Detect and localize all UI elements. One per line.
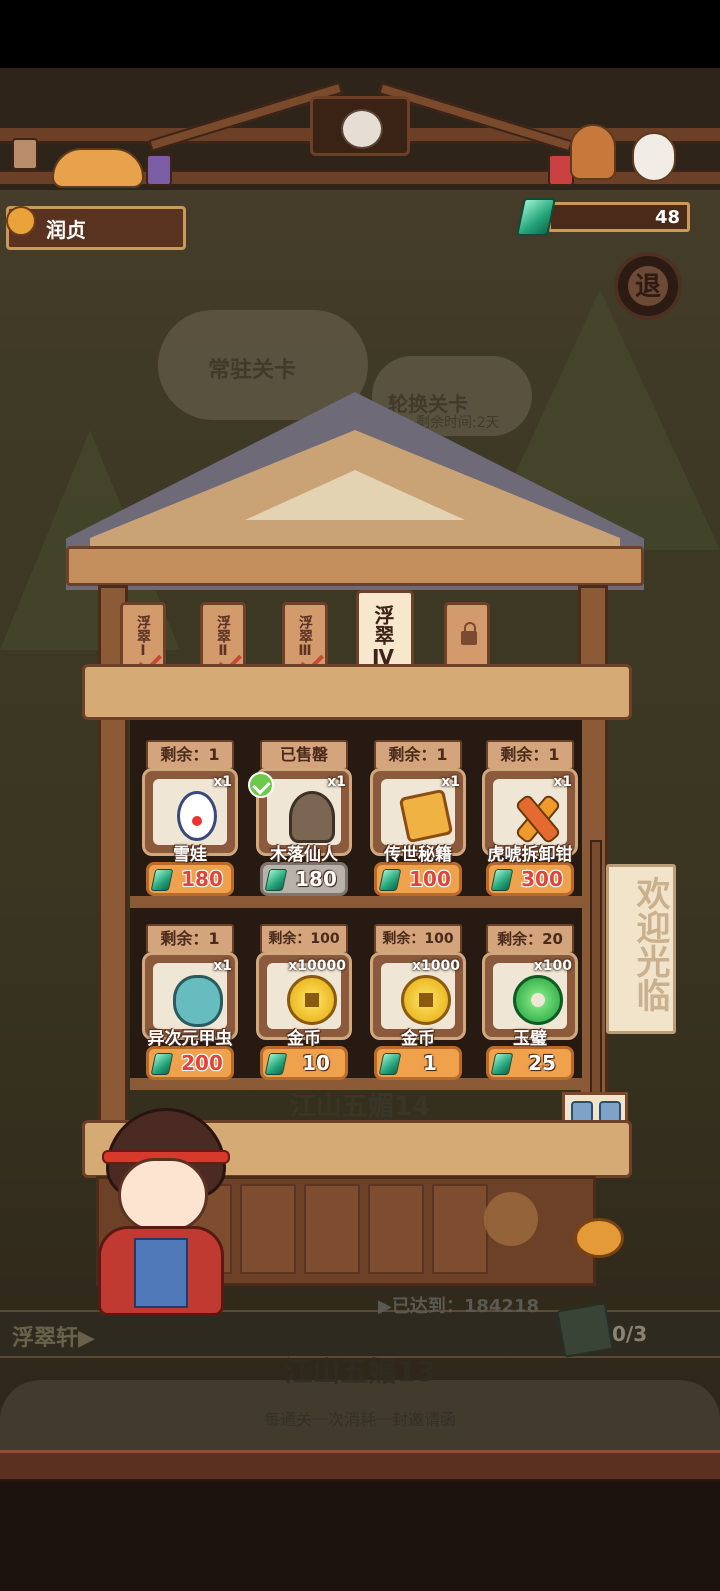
gem-icon	[378, 869, 402, 891]
item-stock: 剩余：1	[374, 740, 462, 770]
item-stock: 剩余：20	[486, 924, 574, 954]
item-name: 传世秘籍	[384, 845, 452, 865]
paw-jar-icon[interactable]	[12, 138, 38, 170]
counter-slat	[304, 1184, 360, 1274]
item-name: 金币	[287, 1029, 321, 1049]
book-icon	[398, 788, 454, 844]
item-price: 100	[409, 867, 451, 891]
item-price-button[interactable]: 200	[146, 1046, 234, 1080]
gem-icon	[150, 869, 174, 891]
shop-item-card[interactable]: 剩余：100 x1000 金币 1	[370, 924, 466, 1094]
lock-icon	[461, 622, 477, 645]
item-price: 180	[181, 867, 223, 891]
shopkeeper-character	[90, 1108, 240, 1338]
item-quantity: x100	[533, 958, 572, 974]
gem-icon	[150, 1053, 174, 1075]
welcome-sign-text: 欢迎光临	[630, 876, 670, 1012]
item-quantity: x1	[441, 774, 460, 790]
player-name: 润贞	[46, 218, 86, 242]
reached-progress: ▶已达到：184218	[378, 1296, 539, 1317]
item-quantity: x1	[213, 958, 232, 974]
sleeping-cat-icon	[52, 148, 144, 188]
level-note: 每通关一次消耗一封邀请函	[263, 1410, 456, 1429]
item-stock: 剩余：1	[146, 740, 234, 770]
rotating-levels-time: 剩余时间:2天	[416, 415, 500, 431]
gem-count: 48	[654, 207, 680, 228]
shop-item-card[interactable]: 剩余：20 x100 玉璧 25	[482, 924, 578, 1094]
roof-plaque	[310, 96, 410, 156]
raccoon-icon	[341, 109, 383, 149]
item-name: 异次元甲虫	[147, 1029, 233, 1049]
item-name: 雪娃	[173, 845, 207, 865]
purple-jar-icon	[146, 154, 172, 186]
snowman-icon	[177, 791, 217, 841]
coin-icon	[287, 975, 337, 1025]
system-nav-area	[0, 1482, 720, 1591]
shop-roof-eave	[66, 546, 644, 586]
item-name: 玉璧	[513, 1029, 547, 1049]
item-quantity: x1	[327, 774, 346, 790]
beetle-icon	[173, 975, 223, 1027]
item-quantity: x1	[213, 774, 232, 790]
item-stock: 剩余：1	[486, 740, 574, 770]
player-avatar-icon[interactable]	[2, 200, 42, 250]
invitation-count: 0/3	[612, 1322, 648, 1346]
shop-item-card[interactable]: 剩余：1 x1 异次元甲虫 200	[142, 924, 238, 1094]
item-price-button[interactable]: 180	[260, 862, 348, 896]
item-name: 金币	[401, 1029, 435, 1049]
item-price-button[interactable]: 10	[260, 1046, 348, 1080]
bell-icon[interactable]	[568, 1190, 628, 1260]
item-stock: 已售罄	[260, 740, 348, 770]
item-price: 180	[295, 867, 337, 891]
item-stock: 剩余：100	[374, 924, 462, 954]
item-quantity: x1	[553, 774, 572, 790]
item-price-button[interactable]: 300	[486, 862, 574, 896]
exit-label: 退	[634, 272, 661, 302]
item-quantity: x10000	[288, 958, 346, 974]
counter-slat	[240, 1184, 296, 1274]
item-price: 10	[302, 1051, 330, 1075]
item-quantity: x1000	[412, 958, 460, 974]
shop-item-card[interactable]: 剩余：1 x1 虎唬拆卸钳 300	[482, 740, 578, 910]
gem-icon	[264, 869, 288, 891]
status-bar	[0, 0, 720, 68]
bottom-wood-band	[0, 1450, 720, 1482]
sun-emblem-icon	[484, 1192, 538, 1246]
gem-icon	[490, 1053, 514, 1075]
item-price: 300	[521, 867, 563, 891]
ghost-icon	[289, 791, 335, 843]
counter-slat	[432, 1184, 488, 1274]
area-name[interactable]: 浮翠轩▶	[12, 1320, 95, 1352]
counter-slat	[368, 1184, 424, 1274]
shop-item-card[interactable]: 剩余：100 x10000 金币 10	[256, 924, 352, 1094]
coin-icon	[401, 975, 451, 1025]
shop-shelf-top	[82, 664, 632, 720]
regular-levels-label: 常驻关卡	[208, 358, 297, 383]
level-name[interactable]: 江山五媚13	[0, 1350, 720, 1390]
shop-item-card[interactable]: 剩余：1 x1 传世秘籍 100	[370, 740, 466, 910]
gem-icon	[264, 1053, 288, 1075]
item-price-button[interactable]: 1	[374, 1046, 462, 1080]
item-price-button[interactable]: 25	[486, 1046, 574, 1080]
girl-character-icon	[570, 124, 616, 180]
item-price: 1	[423, 1051, 437, 1075]
item-stock: 剩余：100	[260, 924, 348, 954]
white-cat-icon	[632, 132, 676, 182]
jade-disc-icon	[513, 975, 563, 1025]
shop-item-card[interactable]: 剩余：1 x1 雪娃 180	[142, 740, 238, 910]
gem-icon	[378, 1053, 402, 1075]
item-price-button[interactable]: 180	[146, 862, 234, 896]
gem-icon	[490, 869, 514, 891]
sold-check-icon	[248, 772, 274, 798]
item-stock: 剩余：1	[146, 924, 234, 954]
item-price-button[interactable]: 100	[374, 862, 462, 896]
shop-item-card[interactable]: 已售罄 x1 木落仙人 180	[248, 740, 352, 910]
item-price: 200	[181, 1051, 223, 1075]
pliers-icon	[513, 797, 563, 837]
item-name: 木落仙人	[270, 845, 338, 865]
item-name: 虎唬拆卸钳	[487, 845, 573, 865]
item-price: 25	[528, 1051, 556, 1075]
